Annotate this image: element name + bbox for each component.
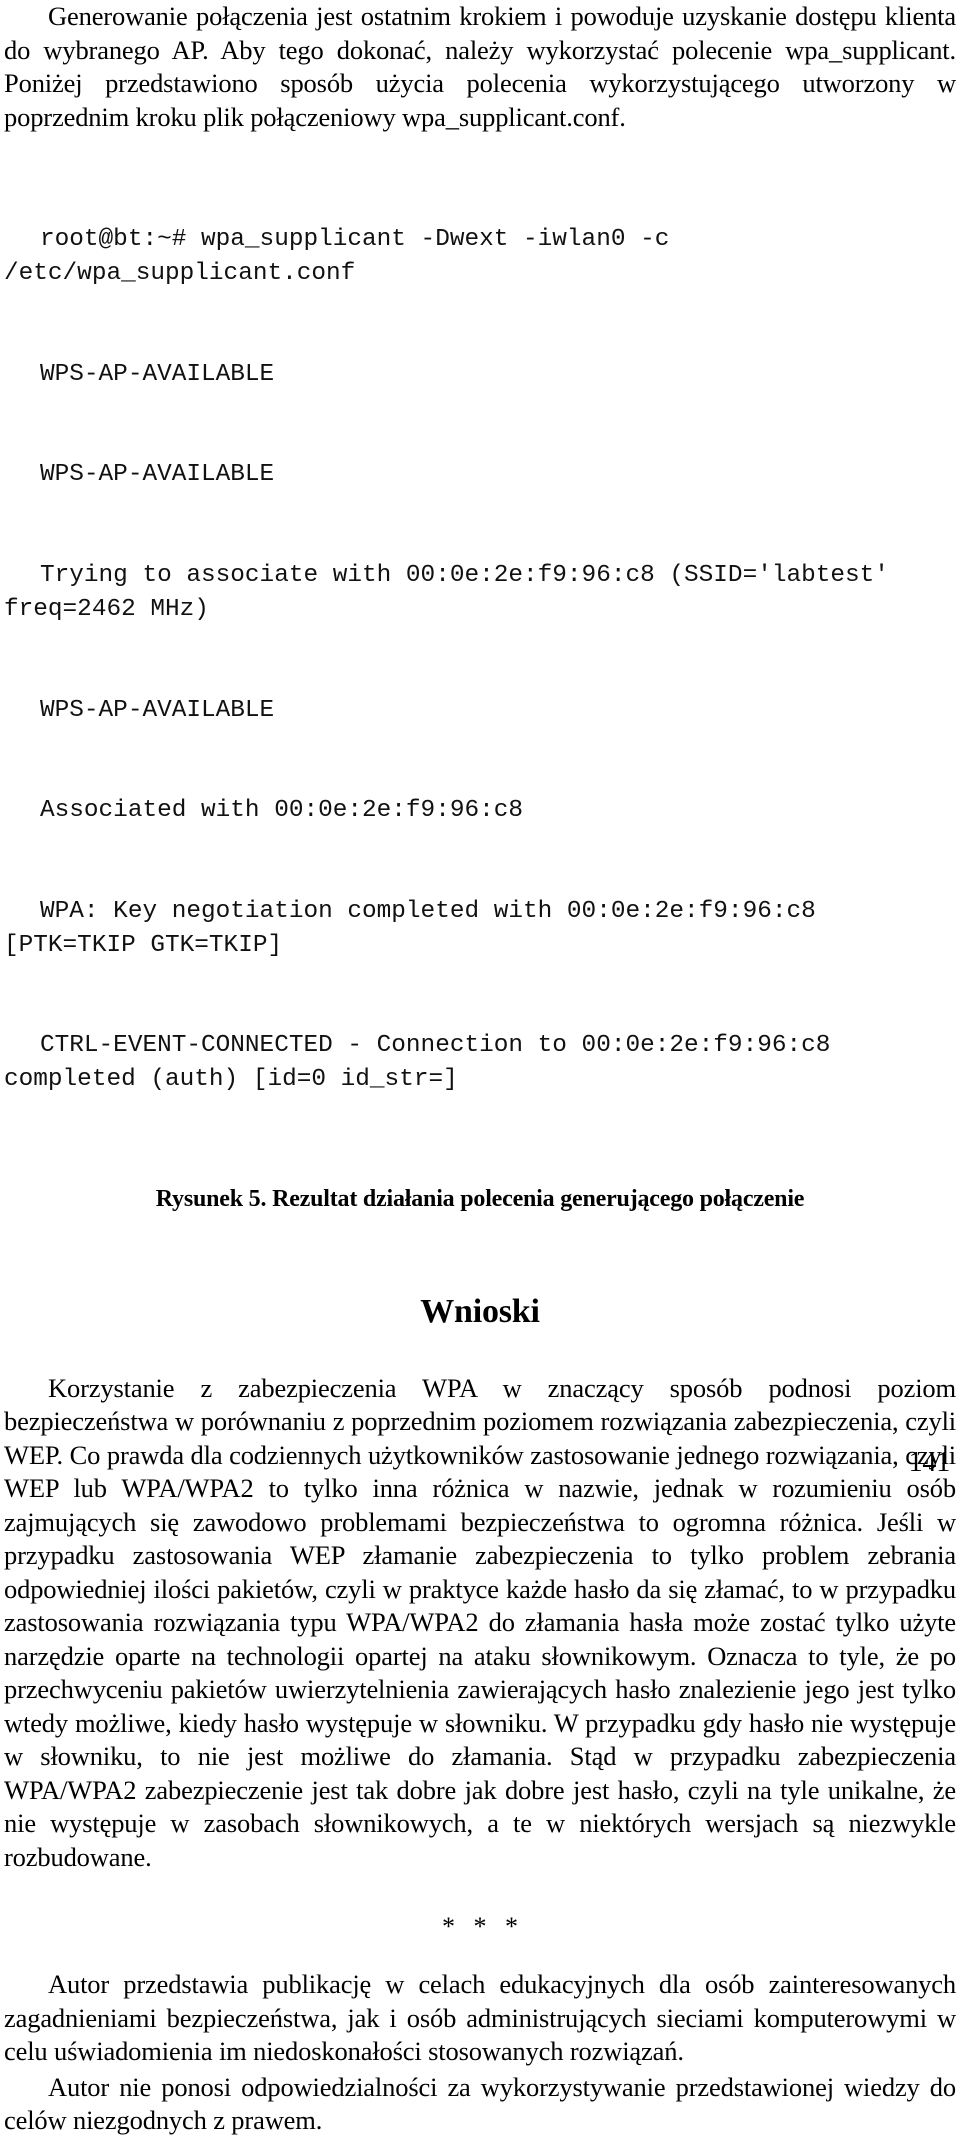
intro-paragraph: Generowanie połączenia jest ostatnim kro…: [4, 0, 956, 134]
asterisk-separator: * * *: [442, 1912, 524, 1942]
terminal-line-text: WPS-AP-AVAILABLE: [40, 461, 275, 489]
spacer-terminal-caption: [4, 1164, 956, 1184]
spacer-body-asterisks: [4, 1874, 956, 1912]
terminal-line: WPS-AP-AVAILABLE: [4, 458, 956, 492]
figure-caption: Rysunek 5. Rezultat działania polecenia …: [155, 1185, 805, 1212]
terminal-line: Associated with 00:0e:2e:f9:96:c8: [4, 794, 956, 828]
spacer-heading-body: [4, 1332, 956, 1372]
terminal-line: WPS-AP-AVAILABLE: [4, 694, 956, 728]
document-page: Generowanie połączenia jest ostatnim kro…: [0, 0, 960, 2135]
terminal-line-text: Trying to associate with 00:0e:2e:f9:96:…: [4, 562, 904, 623]
terminal-line-text: WPA: Key negotiation completed with 00:0…: [4, 898, 831, 959]
spacer-asterisks-disclaimer: [4, 1942, 956, 1968]
terminal-line: root@bt:~# wpa_supplicant -Dwext -iwlan0…: [4, 223, 956, 290]
disclaimer-paragraph-1: Autor przedstawia publikację w celach ed…: [4, 1968, 956, 2069]
intro-paragraph-text: Generowanie połączenia jest ostatnim kro…: [4, 1, 956, 132]
terminal-line: WPS-AP-AVAILABLE: [4, 358, 956, 392]
terminal-line-text: WPS-AP-AVAILABLE: [40, 696, 275, 724]
conclusions-paragraph: Korzystanie z zabezpieczenia WPA w znacz…: [4, 1372, 956, 1875]
disclaimer-paragraph-2-text: Autor nie ponosi odpowiedzialności za wy…: [4, 2071, 956, 2136]
spacer-intro-terminal: [4, 134, 956, 156]
terminal-line: Trying to associate with 00:0e:2e:f9:96:…: [4, 559, 956, 626]
page-number: 141: [908, 1447, 951, 1478]
terminal-line-text: CTRL-EVENT-CONNECTED - Connection to 00:…: [4, 1032, 846, 1094]
disclaimer-paragraph-1-text: Autor przedstawia publikację w celach ed…: [4, 1969, 956, 2067]
disclaimer-paragraph-2: Autor nie ponosi odpowiedzialności za wy…: [4, 2071, 956, 2138]
terminal-line-text: WPS-AP-AVAILABLE: [40, 360, 275, 388]
terminal-output-block: root@bt:~# wpa_supplicant -Dwext -iwlan0…: [4, 156, 956, 1164]
terminal-line: CTRL-EVENT-CONNECTED - Connection to 00:…: [4, 1029, 956, 1096]
terminal-line-text: root@bt:~# wpa_supplicant -Dwext -iwlan0…: [4, 226, 685, 287]
terminal-line-text: Associated with 00:0e:2e:f9:96:c8: [40, 797, 524, 825]
conclusions-paragraph-text: Korzystanie z zabezpieczenia WPA w znacz…: [4, 1372, 956, 1872]
spacer-caption-heading: [4, 1214, 956, 1292]
section-heading-wnioski: Wnioski: [420, 1292, 540, 1330]
terminal-line: WPA: Key negotiation completed with 00:0…: [4, 895, 956, 962]
